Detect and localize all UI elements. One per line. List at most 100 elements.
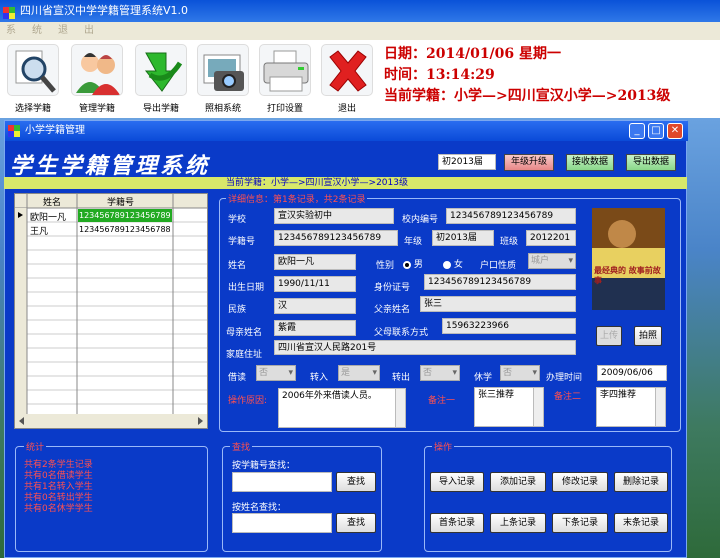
transfer-out-label: 转出 <box>392 373 411 383</box>
search-name-input[interactable] <box>232 513 332 533</box>
grid-cell-id[interactable]: 123456789123456788 <box>79 225 171 234</box>
search-id-button[interactable]: 查找 <box>336 472 376 492</box>
grid-cell-name[interactable]: 王凡 <box>30 224 48 237</box>
child-title-bar: 小学学籍管理 _ □ ✕ <box>5 121 688 141</box>
reason-label: 操作原因: <box>228 396 268 406</box>
grade-upgrade-button[interactable]: 年级升级 <box>504 154 554 171</box>
suspend-label: 休学 <box>474 373 493 383</box>
borrow-select[interactable]: 否 <box>256 365 296 381</box>
stats-list: 共有2条学生记录 共有0名借读学生 共有1名转入学生 共有0名转出学生 共有0名… <box>24 460 93 515</box>
handle-date-field[interactable]: 2009/06/06 <box>597 365 667 381</box>
toolbar-label: 退出 <box>337 104 356 114</box>
reason-field[interactable]: 2006年外来借读人员。 <box>278 388 406 428</box>
stats-line: 共有0名借读学生 <box>24 471 93 481</box>
search-by-name-label: 按姓名查找： <box>232 503 287 513</box>
red-x-icon <box>321 44 373 96</box>
exit-button[interactable]: 退出 <box>316 40 378 118</box>
last-record-button[interactable]: 末条记录 <box>614 513 668 533</box>
transfer-out-select[interactable]: 否 <box>420 365 460 381</box>
delete-record-button[interactable]: 删除记录 <box>614 472 668 492</box>
address-field[interactable]: 四川省宣汉人民路201号 <box>274 340 576 355</box>
green-arrow-icon <box>135 44 187 96</box>
radio-checked-icon <box>403 260 411 269</box>
menu-item[interactable]: 系 <box>6 22 16 40</box>
search-id-input[interactable] <box>232 472 332 492</box>
birth-field[interactable]: 1990/11/11 <box>274 276 356 292</box>
reason-text: 2006年外来借读人员。 <box>282 391 377 401</box>
inner-id-field[interactable]: 123456789123456789 <box>446 208 576 224</box>
upload-button[interactable]: 上传 <box>596 326 622 346</box>
note2-label: 备注二 <box>554 392 582 402</box>
printer-icon <box>259 44 311 96</box>
name-field[interactable]: 欧阳一凡 <box>274 254 356 270</box>
magnifier-icon <box>7 44 59 96</box>
toolbar-label: 管理学籍 <box>78 104 115 114</box>
student-grid[interactable]: 姓名 学籍号 欧阳一凡 123456789123456789 王凡 123456… <box>14 193 208 429</box>
edit-record-button[interactable]: 修改记录 <box>552 472 608 492</box>
phone-field[interactable]: 15963223966 <box>442 318 576 334</box>
grade-detail-field[interactable]: 初2013届 <box>432 230 494 246</box>
student-photo: 最经典的 故事前故事 <box>592 208 665 310</box>
school-field[interactable]: 宣汉实验初中 <box>274 208 394 224</box>
scrollbar[interactable] <box>655 388 665 426</box>
grid-cell-name[interactable]: 欧阳一凡 <box>30 210 66 223</box>
grid-cell-id[interactable]: 123456789123456789 <box>79 211 171 220</box>
close-icon[interactable]: ✕ <box>667 123 683 139</box>
transfer-in-select[interactable]: 是 <box>338 365 380 381</box>
child-title: 小学学籍管理 <box>25 125 85 136</box>
photo-system-button[interactable]: 照相系统 <box>192 40 254 118</box>
export-data-button[interactable]: 导出数据 <box>626 154 676 171</box>
toolbar-label: 导出学籍 <box>142 104 179 114</box>
mother-field[interactable]: 紫霞 <box>274 320 356 336</box>
radio-unchecked-icon <box>443 260 451 269</box>
manage-record-button[interactable]: 管理学籍 <box>66 40 128 118</box>
grade-field[interactable]: 初2013届 <box>438 154 496 170</box>
photo-button[interactable]: 拍照 <box>634 326 662 346</box>
export-record-button[interactable]: 导出学籍 <box>130 40 192 118</box>
scrollbar[interactable] <box>533 388 543 426</box>
hukou-select[interactable]: 城户 <box>528 253 576 269</box>
app-title: 四川省宣汉中学学籍管理系统V1.0 <box>20 4 189 17</box>
users-icon <box>71 44 123 96</box>
note2-field[interactable]: 李四推荐 <box>596 387 666 427</box>
next-record-button[interactable]: 下条记录 <box>552 513 608 533</box>
scrollbar[interactable] <box>395 389 405 427</box>
female-label: 女 <box>453 260 463 270</box>
toolbar-label: 打印设置 <box>266 104 303 114</box>
import-record-button[interactable]: 导入记录 <box>430 472 484 492</box>
print-settings-button[interactable]: 打印设置 <box>254 40 316 118</box>
nation-label: 民族 <box>228 305 247 315</box>
note1-text: 张三推荐 <box>478 390 515 400</box>
note1-field[interactable]: 张三推荐 <box>474 387 544 427</box>
idcard-field[interactable]: 123456789123456789 <box>424 274 576 290</box>
birth-label: 出生日期 <box>228 283 265 293</box>
menu-item[interactable]: 出 <box>84 22 94 40</box>
toolbar-label: 选择学籍 <box>14 104 51 114</box>
stats-line: 共有0名休学学生 <box>24 504 93 514</box>
select-record-button[interactable]: 选择学籍 <box>2 40 64 118</box>
stats-line: 共有2条学生记录 <box>24 460 93 470</box>
search-legend: 查找 <box>230 440 253 453</box>
name-label: 姓名 <box>228 261 247 271</box>
ops-legend: 操作 <box>432 440 455 453</box>
student-id-label: 学籍号 <box>228 237 256 247</box>
student-id-field[interactable]: 123456789123456789 <box>274 230 398 246</box>
suspend-select[interactable]: 否 <box>500 365 540 381</box>
add-record-button[interactable]: 添加记录 <box>490 472 546 492</box>
menu-item[interactable]: 统 <box>32 22 42 40</box>
banner-title: 学生学籍管理系统 <box>10 153 211 179</box>
menu-item[interactable]: 退 <box>58 22 68 40</box>
main-menu-bar: 系统退出 <box>0 22 720 40</box>
ops-frame <box>424 446 672 552</box>
maximize-icon[interactable]: □ <box>648 123 664 139</box>
nation-field[interactable]: 汉 <box>274 298 356 314</box>
sex-male-radio[interactable]: 男 <box>403 257 423 270</box>
receive-data-button[interactable]: 接收数据 <box>566 154 614 171</box>
minimize-icon[interactable]: _ <box>629 123 645 139</box>
class-field[interactable]: 2012201 <box>526 230 576 246</box>
father-field[interactable]: 张三 <box>420 296 576 312</box>
prev-record-button[interactable]: 上条记录 <box>490 513 546 533</box>
sex-female-radio[interactable]: 女 <box>443 257 463 270</box>
search-name-button[interactable]: 查找 <box>336 513 376 533</box>
first-record-button[interactable]: 首条记录 <box>430 513 484 533</box>
